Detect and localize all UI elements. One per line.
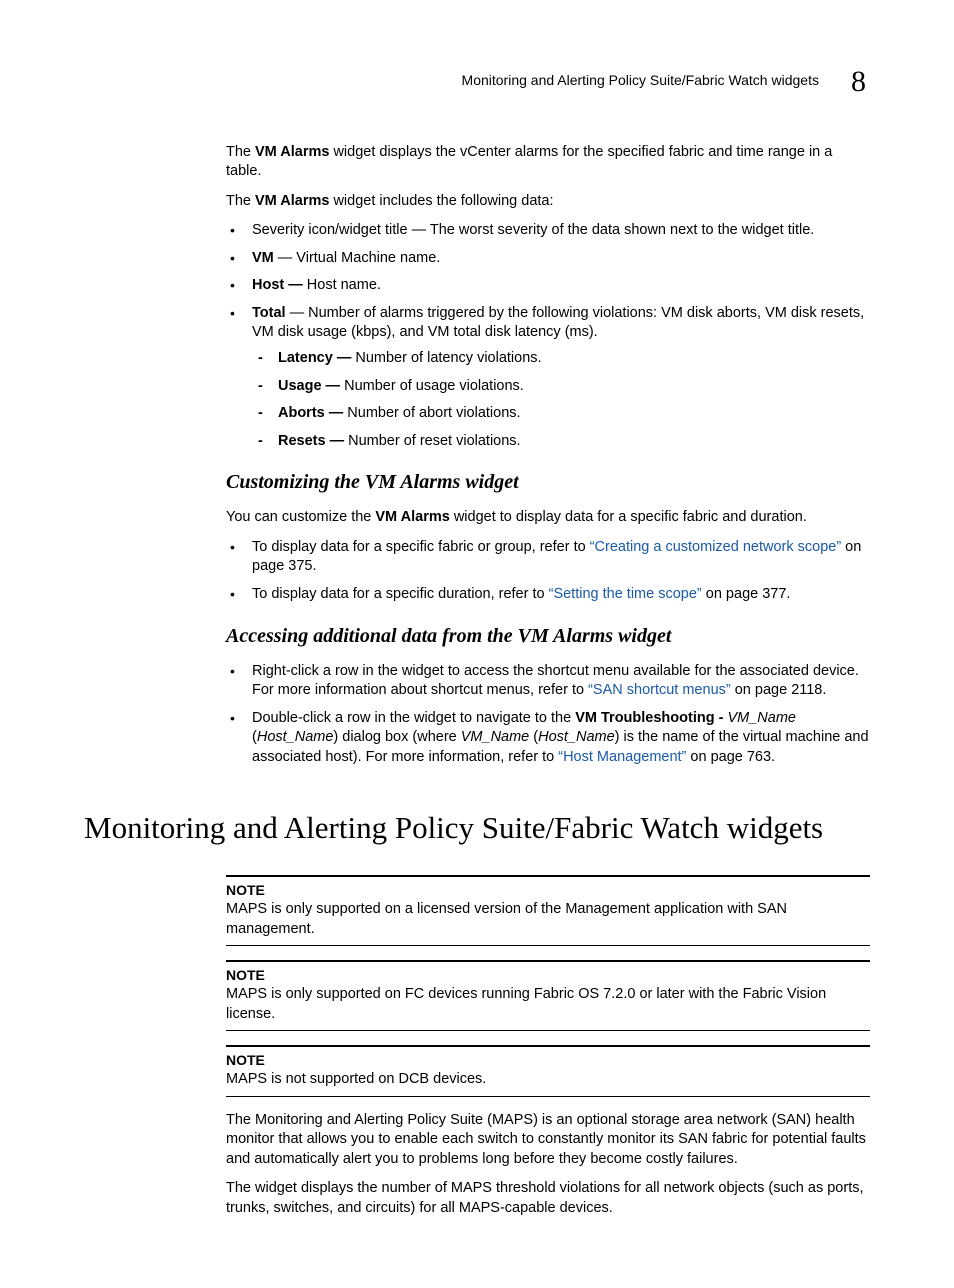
note-text: MAPS is not supported on DCB devices. xyxy=(226,1070,870,1090)
chapter-number: 8 xyxy=(851,62,866,103)
list-item: To display data for a specific duration,… xyxy=(226,585,870,605)
note-text: MAPS is only supported on a licensed ver… xyxy=(226,900,870,939)
heading-accessing: Accessing additional data from the VM Al… xyxy=(226,623,870,650)
heading-customizing: Customizing the VM Alarms widget xyxy=(226,469,870,496)
link-time-scope[interactable]: “Setting the time scope” xyxy=(549,586,702,602)
list-item: To display data for a specific fabric or… xyxy=(226,538,870,577)
note-label: NOTE xyxy=(226,966,870,985)
intro-paragraph-2: The VM Alarms widget includes the follow… xyxy=(226,192,870,212)
running-header-title: Monitoring and Alerting Policy Suite/Fab… xyxy=(462,72,819,88)
page-container: Monitoring and Alerting Policy Suite/Fab… xyxy=(0,0,954,1288)
intro-paragraph-1: The VM Alarms widget displays the vCente… xyxy=(226,143,870,182)
note-block-2: NOTE MAPS is only supported on FC device… xyxy=(226,960,870,1031)
note-label: NOTE xyxy=(226,881,870,900)
note-block-1: NOTE MAPS is only supported on a license… xyxy=(226,875,870,946)
maps-paragraph-1: The Monitoring and Alerting Policy Suite… xyxy=(226,1111,870,1170)
list-item: VM — Virtual Machine name. xyxy=(226,249,870,269)
list-item: Total — Number of alarms triggered by th… xyxy=(226,304,870,451)
link-san-shortcut[interactable]: “SAN shortcut menus” xyxy=(588,682,731,698)
list-item: Right-click a row in the widget to acces… xyxy=(226,662,870,701)
maps-paragraph-2: The widget displays the number of MAPS t… xyxy=(226,1179,870,1218)
list-item: Latency — Number of latency violations. xyxy=(252,349,870,369)
list-item: Host — Host name. xyxy=(226,276,870,296)
list-item: Double-click a row in the widget to navi… xyxy=(226,709,870,768)
heading-main: Monitoring and Alerting Policy Suite/Fab… xyxy=(84,807,870,849)
sub-list: Latency — Number of latency violations. … xyxy=(252,349,870,451)
customizing-list: To display data for a specific fabric or… xyxy=(226,538,870,605)
note-block-3: NOTE MAPS is not supported on DCB device… xyxy=(226,1045,870,1096)
list-item: Usage — Number of usage violations. xyxy=(252,377,870,397)
data-list: Severity icon/widget title — The worst s… xyxy=(226,221,870,451)
list-item: Resets — Number of reset violations. xyxy=(252,432,870,452)
body-column: The VM Alarms widget displays the vCente… xyxy=(226,143,870,768)
link-host-management[interactable]: “Host Management” xyxy=(558,749,686,765)
accessing-list: Right-click a row in the widget to acces… xyxy=(226,662,870,768)
list-item: Severity icon/widget title — The worst s… xyxy=(226,221,870,241)
list-item: Aborts — Number of abort violations. xyxy=(252,404,870,424)
note-label: NOTE xyxy=(226,1051,870,1070)
customizing-intro: You can customize the VM Alarms widget t… xyxy=(226,508,870,528)
running-header: Monitoring and Alerting Policy Suite/Fab… xyxy=(84,60,870,101)
note-text: MAPS is only supported on FC devices run… xyxy=(226,985,870,1024)
link-network-scope[interactable]: “Creating a customized network scope” xyxy=(590,539,841,555)
body-column-lower: NOTE MAPS is only supported on a license… xyxy=(226,875,870,1218)
